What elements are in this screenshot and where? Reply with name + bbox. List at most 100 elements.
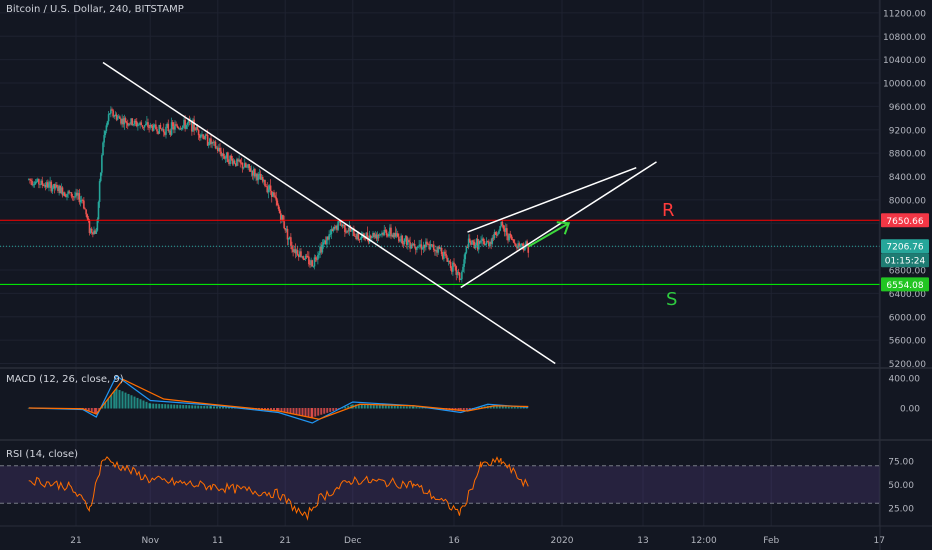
rsi-y-tick: 25.00 [888,505,914,515]
candle-body [51,187,54,192]
candle-body [459,279,462,281]
candle-body [193,119,195,130]
candle-body [318,253,320,256]
candle-body [185,125,188,129]
candle-body [31,181,33,186]
candle-body [337,221,339,230]
macd-histogram-bar [498,406,501,409]
candle-body [524,247,526,251]
macd-histogram-bar [504,406,507,409]
candle-body [177,127,180,129]
candle-body [303,259,306,260]
macd-histogram-bar [405,406,408,409]
candle-body [417,246,419,248]
candle-body [311,260,314,267]
candle-body [463,259,465,267]
macd-histogram-bar [210,406,212,409]
candle-body [344,224,346,232]
candle-body [421,248,424,250]
macd-histogram-bar [197,405,200,409]
y-tick-label: 8400.00 [889,173,926,183]
macd-histogram-bar [206,406,209,409]
y-tick-label: 6000.00 [889,313,926,323]
macd-histogram-bar [222,407,224,409]
macd-histogram-bar [149,403,152,409]
candle-body [501,221,504,226]
x-tick-label: Dec [344,536,361,546]
trendline [460,161,657,289]
y-tick-label: 5200.00 [889,360,926,370]
macd-histogram-bar [179,404,182,409]
macd-y-tick: 0.00 [900,405,920,415]
candle-body [33,184,36,186]
candle-body [97,201,100,220]
y-tick-label: 9200.00 [889,126,926,136]
x-tick-label: Nov [141,536,159,546]
candle-body [111,109,113,111]
candle-body [112,110,114,117]
candle-body [308,256,310,265]
candle-body [418,245,420,247]
candle-body [257,174,260,181]
candle-body [206,134,209,146]
macd-histogram-bar [124,392,127,409]
candle-body [274,195,276,198]
candle-body [227,152,229,163]
macd-histogram-bar [216,406,218,409]
macd-histogram-bar [295,408,298,415]
macd-histogram-bar [363,404,366,409]
macd-histogram-bar [510,406,513,409]
candle-body [371,236,373,238]
macd-histogram-bar [307,408,310,417]
candle-body [445,253,447,258]
candle-body [461,271,463,280]
macd-histogram-bar [465,408,468,411]
candle-body [267,189,270,193]
y-tick-label: 9600.00 [889,103,926,113]
candle-body [269,185,272,191]
macd-histogram-bar [418,407,421,409]
y-tick-label: 8800.00 [889,150,926,160]
candle-body [302,256,305,260]
candle-body [444,251,446,254]
macd-histogram-bar [372,405,375,409]
support-badge: 6554.08 [886,281,923,291]
candle-body [449,261,452,268]
y-tick-label: 6400.00 [889,290,926,300]
chart-canvas[interactable]: 11200.00 10800.00 10400.00 10000.00 9600.00 9… [0,0,932,550]
rsi-pane [0,456,880,521]
y-tick-label: 10000.00 [883,80,926,90]
candle-body [207,144,210,146]
macd-histogram-bar [320,408,323,415]
macd-histogram-bar [130,395,133,409]
chart-title: Bitcoin / U.S. Dollar, 240, BITSTAMP [6,4,184,15]
macd-histogram-bar [213,406,215,409]
candle-body [457,271,460,273]
rsi-y-tick: 50.00 [888,481,914,491]
candle-body [74,196,76,198]
candle-body [499,226,501,231]
macd-histogram-bar [366,404,369,409]
candle-body [219,147,221,152]
candle-body [387,233,390,237]
candle-body [277,205,280,210]
candle-body [509,233,512,236]
macd-histogram-bar [344,406,347,409]
candle-body [510,235,513,240]
candle-body [239,159,242,163]
macd-histogram-bar [164,404,167,409]
candle-body [380,234,382,235]
macd-histogram-bar [301,408,304,416]
candle-body [56,184,58,187]
macd-histogram-bar [317,408,320,416]
macd-histogram-bar [182,404,185,409]
candle-body [317,255,319,260]
candle-body [48,184,50,188]
macd-histogram-bar [408,406,411,409]
candle-body [458,272,461,280]
candle-body [165,126,167,135]
candle-body [502,225,505,229]
macd-histogram-bar [384,405,387,409]
candle-body [287,237,290,240]
y-tick-label: 11200.00 [883,9,926,19]
